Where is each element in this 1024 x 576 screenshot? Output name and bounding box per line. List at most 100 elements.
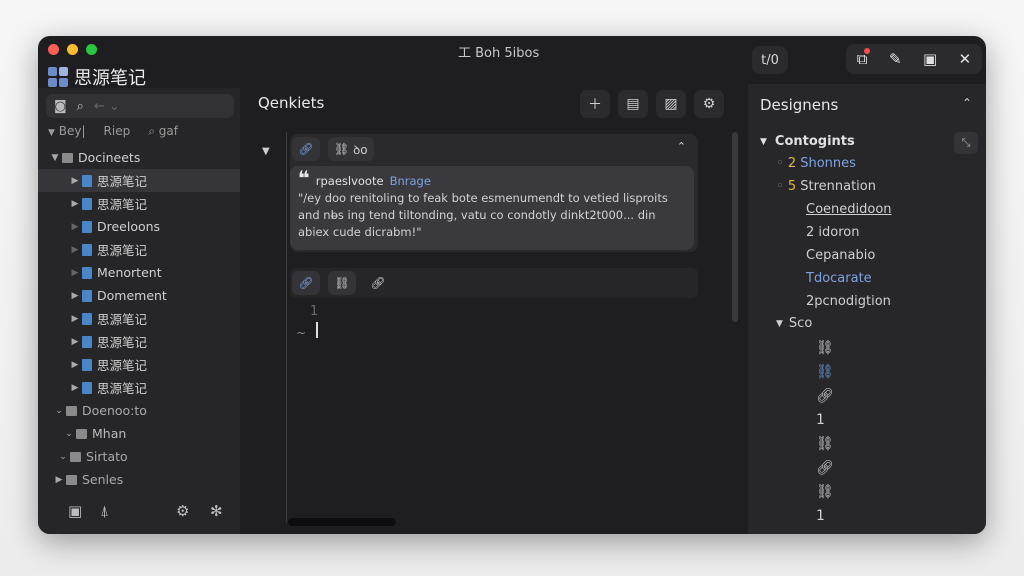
search-icon[interactable]: ⌕ <box>77 99 84 114</box>
chevron-down-icon[interactable]: ▼ <box>760 137 767 147</box>
tree-item[interactable]: ▶ 思源笔记 <box>38 192 240 215</box>
link-icon[interactable]: 🔗︎ <box>292 137 320 161</box>
chevron-down-icon[interactable]: ⌄ <box>56 452 70 462</box>
filter-search[interactable]: ⌕ gaf <box>148 124 178 139</box>
outline-subsection[interactable]: ▼ Sco <box>776 316 812 331</box>
add-icon[interactable]: ＋ <box>580 90 610 118</box>
settings-icon[interactable]: ⚙ <box>694 90 724 118</box>
link-icon[interactable]: ⛓︎ <box>816 364 834 380</box>
chevron-right-icon[interactable]: ▶ <box>68 360 82 370</box>
chevron-right-icon[interactable]: ▶ <box>68 268 82 278</box>
nav-arrows-icon[interactable]: ← ⌄ <box>94 99 120 114</box>
outline-item[interactable]: 2 idoron <box>806 225 860 240</box>
filter-mid[interactable]: Riep <box>104 124 131 139</box>
tree-folder[interactable]: ▶ Senles <box>38 468 240 491</box>
tree-item[interactable]: ▶ 思源笔记 <box>38 169 240 192</box>
outline-item[interactable]: ◦ 2 Shonnes <box>776 156 856 171</box>
tree-folder-label: Doenoo:to <box>82 403 147 418</box>
chevron-right-icon[interactable]: ▶ <box>52 475 66 485</box>
tree-item[interactable]: ▶ 思源笔记 <box>38 238 240 261</box>
minimize-window-button[interactable] <box>67 44 78 55</box>
tree-item-label: 思源笔记 <box>97 174 148 189</box>
tree-item[interactable]: ▶ Domement <box>38 284 240 307</box>
outline-item[interactable]: ◦ 5 Strennation <box>776 179 876 194</box>
tree-item[interactable]: ▶ 思源笔记 <box>38 330 240 353</box>
tree-item[interactable]: ▶ Dreeloons <box>38 215 240 238</box>
save-icon[interactable]: ▣ <box>923 50 937 68</box>
close-icon[interactable]: ✕ <box>959 50 972 68</box>
tree-folder[interactable]: ⌄ Doenoo:to <box>38 399 240 422</box>
link-icon[interactable]: ⛓︎ <box>816 340 834 356</box>
image-icon[interactable]: ▨ <box>656 90 686 118</box>
counter-button[interactable]: t/0 <box>752 46 788 74</box>
tree-folder[interactable]: ⌄ Mhan <box>38 422 240 445</box>
doc-icon <box>82 197 92 210</box>
quote-tag[interactable]: Bnrage <box>390 174 431 188</box>
blockquote-card[interactable]: 🔗︎ ⛓︎ ꝺo ⌃ ❝ rpaeslvoote Bnrage "/ey doo… <box>290 134 698 252</box>
doc-icon <box>82 358 92 371</box>
block-guide-line <box>286 132 287 522</box>
horizontal-scrollbar[interactable] <box>288 518 396 526</box>
chevron-up-icon[interactable]: ⌃ <box>677 140 686 153</box>
plugin-icon[interactable]: ⍋ <box>100 502 109 520</box>
folder-icon <box>62 152 73 163</box>
chevron-right-icon[interactable]: ▶ <box>68 314 82 324</box>
chevron-right-icon[interactable]: ▶ <box>68 222 82 232</box>
chevron-down-icon[interactable]: ▼ <box>776 319 783 329</box>
tree-item[interactable]: ▶ 思源笔记 <box>38 307 240 330</box>
chevron-down-icon[interactable]: ⌄ <box>62 429 76 439</box>
tree-root[interactable]: ▼ Docineets <box>38 146 240 169</box>
calendar-icon[interactable]: ▣ <box>68 502 82 520</box>
sidebar-filter: ▼ Bey| Riep ⌕ gaf <box>48 124 234 139</box>
unread-dot <box>864 48 871 54</box>
chevron-down-icon[interactable]: ⌄ <box>52 406 66 416</box>
doc-icon <box>82 266 92 279</box>
outline-item[interactable]: Coenedidoon <box>806 202 892 217</box>
tree-item[interactable]: ▶ Menortent <box>38 261 240 284</box>
settings-icon[interactable]: ⚙ <box>176 502 189 520</box>
sync-icon[interactable]: ✻ <box>210 502 223 520</box>
filter-left[interactable]: ▼ Bey| <box>48 124 86 139</box>
link-icon[interactable]: 🔗︎ <box>816 388 834 404</box>
chevron-right-icon[interactable]: ▶ <box>68 245 82 255</box>
tree-folder-label: Sirtato <box>86 449 128 464</box>
unlink-icon[interactable]: 🔗︎ <box>364 271 392 295</box>
link-icon[interactable]: 🔗︎ <box>816 460 834 476</box>
chevron-right-icon[interactable]: ▶ <box>68 291 82 301</box>
chevron-down-icon[interactable]: ▼ <box>48 153 62 163</box>
tree-item[interactable]: ▶ 思源笔记 <box>38 376 240 399</box>
outline-subsection-label: Sco <box>788 316 813 331</box>
chevron-right-icon[interactable]: ▶ <box>68 337 82 347</box>
blockquote[interactable]: ❝ rpaeslvoote Bnrage "/ey doo renitoling… <box>290 166 694 250</box>
quote-text[interactable]: "/ey doo renitoling to feak bote esmenum… <box>298 190 686 241</box>
outline-item[interactable]: 2pcnodigtion <box>806 294 891 309</box>
chain-link-icon[interactable]: ⛓︎ <box>328 271 356 295</box>
sidebar-search[interactable]: ◙ ⌕ ← ⌄ <box>46 94 234 118</box>
document-icon[interactable]: ▤ <box>618 90 648 118</box>
link-icon[interactable]: 🔗︎ <box>292 271 320 295</box>
tree-folder-label: Mhan <box>92 426 127 441</box>
vertical-scrollbar[interactable] <box>732 132 738 322</box>
collapse-all-icon[interactable]: ⤡ <box>954 132 978 154</box>
outline-item[interactable]: Tdocarate <box>806 271 872 286</box>
line-number: 1 <box>310 304 319 319</box>
notification-icon[interactable]: ⧉ <box>857 48 871 68</box>
outline-section[interactable]: ▼ Contogints <box>760 134 855 149</box>
link-icon[interactable]: ⛓︎ <box>816 484 834 500</box>
app-logo-icon <box>48 67 68 87</box>
collapse-icon[interactable]: ▼ <box>262 146 270 157</box>
editor-toolbar: ＋ ▤ ▨ ⚙ <box>580 90 724 118</box>
chevron-right-icon[interactable]: ▶ <box>68 383 82 393</box>
chevron-up-icon[interactable]: ⌃ <box>962 96 972 110</box>
chevron-right-icon[interactable]: ▶ <box>68 176 82 186</box>
file-tree: ▼ Docineets ▶ 思源笔记 ▶ 思源笔记 ▶ Dreeloons ▶ 思源笔记… <box>38 146 240 491</box>
chevron-right-icon[interactable]: ▶ <box>68 199 82 209</box>
link-icon[interactable]: ⛓︎ <box>816 436 834 452</box>
tree-item[interactable]: ▶ 思源笔记 <box>38 353 240 376</box>
link-chip[interactable]: ⛓︎ ꝺo <box>328 137 374 161</box>
zoom-window-button[interactable] <box>86 44 97 55</box>
close-window-button[interactable] <box>48 44 59 55</box>
tree-folder[interactable]: ⌄ Sirtato <box>38 445 240 468</box>
outline-item[interactable]: Cepanabio <box>806 248 875 263</box>
edit-icon[interactable]: ✎ <box>889 50 902 68</box>
